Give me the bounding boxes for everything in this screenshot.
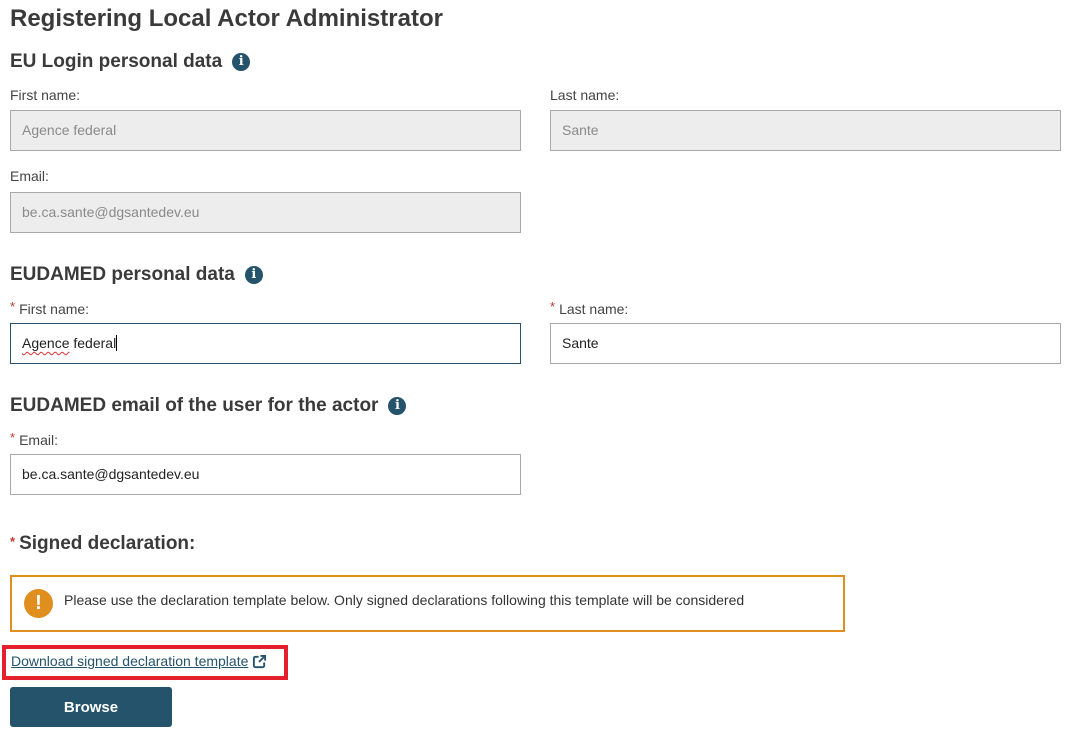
required-marker: * [10, 430, 16, 445]
eu-login-title: EU Login personal data [10, 51, 223, 72]
page-title: Registering Local Actor Administrator [10, 5, 443, 32]
eudamed-personal-title: EUDAMED personal data [10, 264, 235, 285]
eudamed-email-label-text: Email: [19, 432, 58, 448]
eudamed-first-name-label: * First name: [10, 298, 89, 318]
warning-text: Please use the declaration template belo… [64, 592, 745, 608]
required-marker: * [10, 299, 16, 314]
eu-login-section-title: EU Login personal data i [10, 50, 251, 74]
eu-login-email-field: be.ca.sante@dgsantedev.eu [10, 192, 521, 233]
required-marker: * [550, 299, 556, 314]
eu-login-email-label: Email: [10, 168, 49, 184]
eu-login-first-name-label: First name: [10, 87, 81, 103]
eu-login-first-name-field: Agence federal [10, 110, 521, 151]
eudamed-first-name-label-text: First name: [19, 301, 90, 317]
eudamed-email-input[interactable]: be.ca.sante@dgsantedev.eu [10, 454, 521, 495]
info-icon[interactable]: i [244, 266, 263, 284]
info-icon[interactable]: i [232, 53, 251, 71]
eudamed-last-name-label-text: Last name: [559, 301, 629, 317]
info-icon[interactable]: i [388, 397, 407, 415]
browse-button[interactable]: Browse [10, 687, 172, 727]
download-template-link-text[interactable]: Download signed declaration template [11, 653, 248, 669]
signed-declaration-title-text: Signed declaration: [19, 533, 196, 554]
eudamed-personal-section-title: EUDAMED personal data i [10, 263, 263, 287]
required-marker: * [10, 534, 16, 549]
signed-declaration-title: * Signed declaration: [10, 530, 195, 556]
eudamed-email-title: EUDAMED email of the user for the actor [10, 395, 379, 416]
first-name-rest: federal [69, 335, 117, 351]
warning-message-box: ! Please use the declaration template be… [10, 575, 845, 632]
eu-login-last-name-label: Last name: [550, 87, 620, 103]
spellcheck-word: Agence [22, 335, 70, 351]
external-link-icon [253, 654, 267, 669]
text-caret [116, 335, 118, 351]
eudamed-first-name-input[interactable]: Agence federal [10, 323, 521, 364]
eudamed-email-label: * Email: [10, 429, 58, 449]
warning-icon: ! [24, 589, 53, 618]
eudamed-email-section-title: EUDAMED email of the user for the actor i [10, 394, 407, 418]
download-template-link[interactable]: Download signed declaration template [11, 653, 267, 669]
eu-login-last-name-field: Sante [550, 110, 1061, 151]
eudamed-last-name-label: * Last name: [550, 298, 628, 318]
eudamed-last-name-input[interactable]: Sante [550, 323, 1061, 364]
